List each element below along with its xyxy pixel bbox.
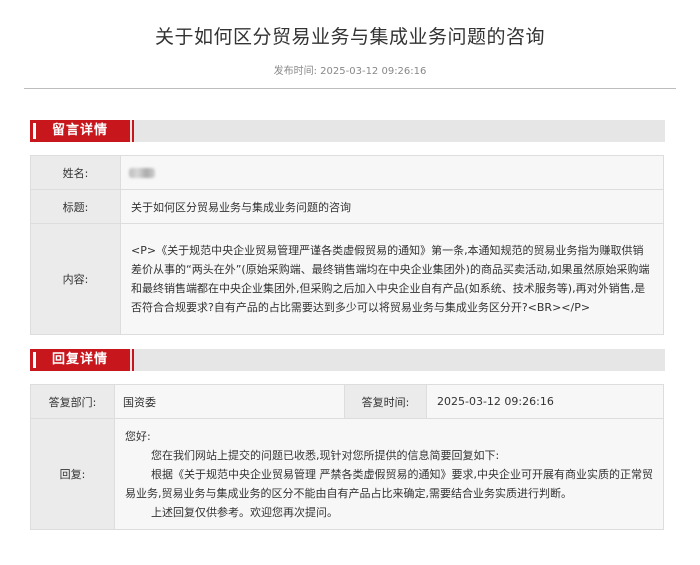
redacted-name [129,168,155,178]
reply-time-label: 答复时间: [344,384,427,419]
reply-body: 您好: 您在我们网站上提交的问题已收悉,现针对您所提供的信息简要回复如下: 根据… [114,418,664,530]
reply-time-value: 2025-03-12 09:26:16 [426,384,664,419]
reply-label: 回复: [30,418,115,530]
content-label: 内容: [30,223,121,335]
message-section-header: 留言详情 [30,120,665,142]
name-label: 姓名: [30,155,121,190]
reply-table: 答复部门: 国资委 答复时间: 2025-03-12 09:26:16 回复: … [30,384,664,530]
reply-meta-row: 答复部门: 国资委 答复时间: 2025-03-12 09:26:16 [30,384,664,419]
name-row: 姓名: [30,155,664,190]
dept-label: 答复部门: [30,384,115,419]
subject-value: 关于如何区分贸易业务与集成业务问题的咨询 [120,189,664,224]
reply-paragraph: 根据《关于规范中央企业贸易管理 严禁各类虚假贸易的通知》要求,中央企业可开展有商… [125,467,653,500]
reply-section-header: 回复详情 [30,349,665,371]
reply-paragraph: 您在我们网站上提交的问题已收悉,现针对您所提供的信息简要回复如下: [151,448,500,462]
reply-greeting: 您好: [125,429,151,443]
content-value: <P>《关于规范中央企业贸易管理严谨各类虚假贸易的通知》第一条,本通知规范的贸易… [120,223,664,335]
publish-meta: 发布时间: 2025-03-12 09:26:16 [0,62,700,77]
title-divider [24,88,676,89]
page-title: 关于如何区分贸易业务与集成业务问题的咨询 [154,26,545,48]
reply-row: 回复: 您好: 您在我们网站上提交的问题已收悉,现针对您所提供的信息简要回复如下… [30,418,664,530]
message-table: 姓名: 标题: 关于如何区分贸易业务与集成业务问题的咨询 内容: <P>《关于规… [30,155,664,335]
subject-label: 标题: [30,189,121,224]
subject-row: 标题: 关于如何区分贸易业务与集成业务问题的咨询 [30,189,664,224]
content-row: 内容: <P>《关于规范中央企业贸易管理严谨各类虚假贸易的通知》第一条,本通知规… [30,223,664,335]
dept-value: 国资委 [114,384,345,419]
reply-paragraph: 上述回复仅供参考。欢迎您再次提问。 [151,505,338,519]
message-section-title: 留言详情 [30,120,134,142]
publish-time: 2025-03-12 09:26:16 [320,66,427,77]
name-value [120,155,664,190]
reply-section-title: 回复详情 [30,349,134,371]
publish-label: 发布时间: [273,66,317,77]
